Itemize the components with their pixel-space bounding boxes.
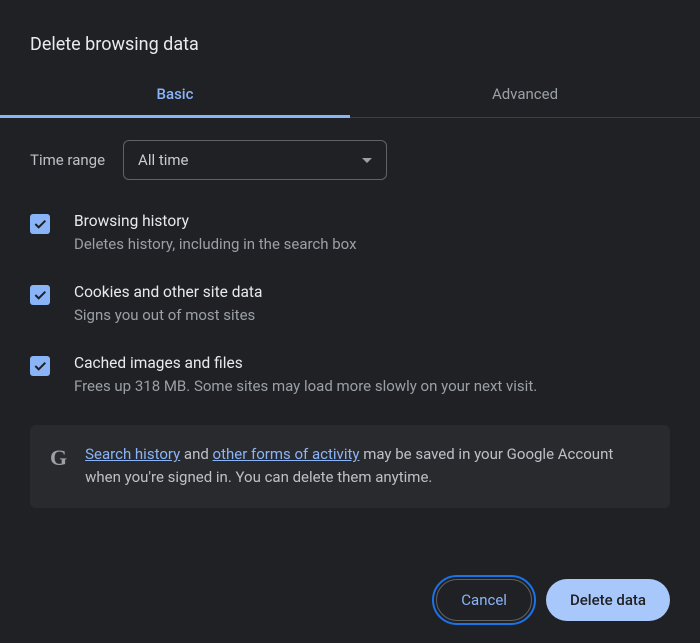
check-icon [32, 216, 48, 232]
item-sub-browsing-history: Deletes history, including in the search… [74, 234, 670, 255]
item-sub-cache: Frees up 318 MB. Some sites may load mor… [74, 376, 670, 397]
checkbox-browsing-history[interactable] [30, 214, 50, 234]
google-icon: G [50, 445, 67, 471]
tabs: Basic Advanced [0, 73, 700, 118]
google-notice: G Search history and other forms of acti… [30, 425, 670, 508]
delete-data-button[interactable]: Delete data [546, 579, 670, 621]
tab-basic[interactable]: Basic [0, 73, 350, 118]
item-title-cache: Cached images and files [74, 354, 670, 372]
link-other-activity[interactable]: other forms of activity [213, 445, 360, 463]
time-range-value: All time [138, 151, 188, 169]
checkbox-cookies[interactable] [30, 285, 50, 305]
time-range-label: Time range [30, 151, 105, 169]
check-icon [32, 287, 48, 303]
cancel-button[interactable]: Cancel [436, 579, 532, 621]
tab-advanced[interactable]: Advanced [350, 73, 700, 118]
item-sub-cookies: Signs you out of most sites [74, 305, 670, 326]
chevron-down-icon [362, 158, 372, 163]
time-range-select[interactable]: All time [123, 140, 387, 180]
item-title-browsing-history: Browsing history [74, 212, 670, 230]
link-search-history[interactable]: Search history [85, 445, 180, 463]
dialog-title: Delete browsing data [0, 0, 700, 73]
notice-text: Search history and other forms of activi… [85, 443, 650, 490]
check-icon [32, 358, 48, 374]
checkbox-cache[interactable] [30, 356, 50, 376]
item-title-cookies: Cookies and other site data [74, 283, 670, 301]
